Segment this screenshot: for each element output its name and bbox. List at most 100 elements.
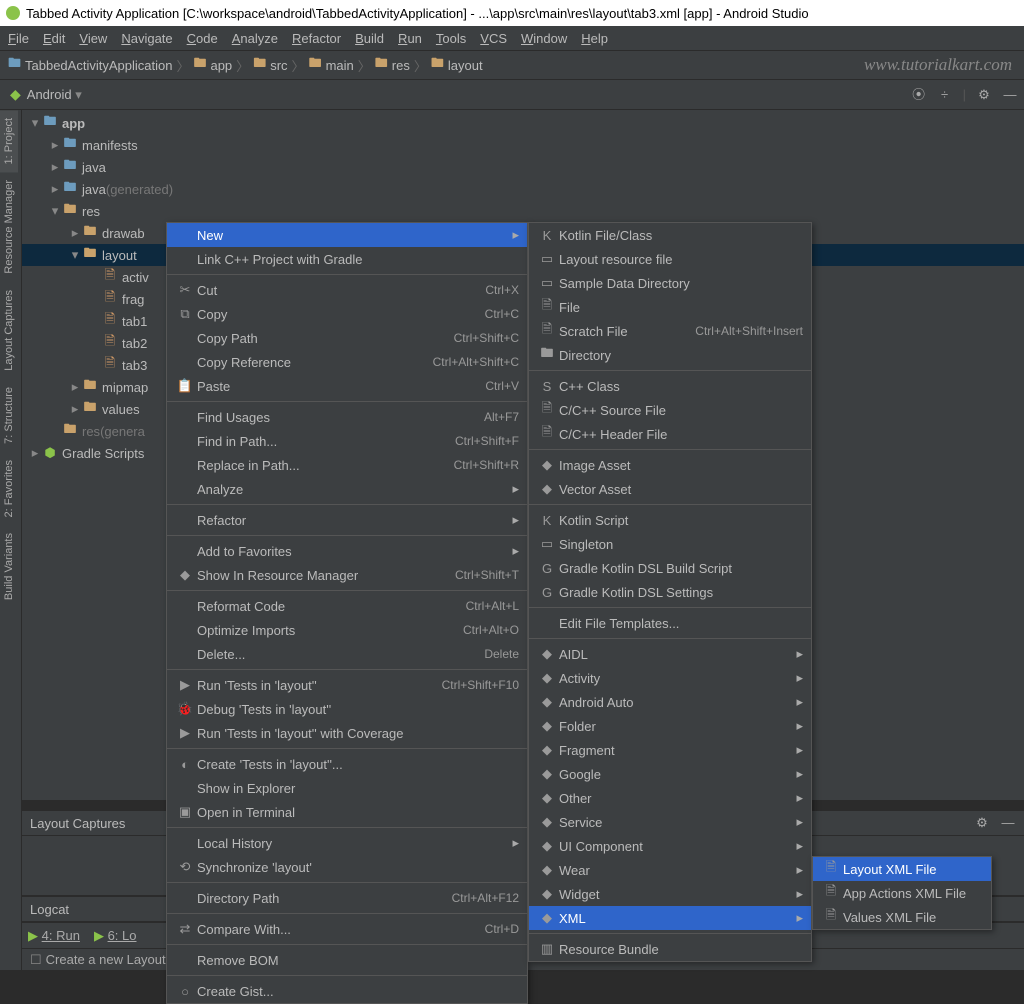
menu-item-wear[interactable]: ◆Wear▸ (529, 858, 811, 882)
breadcrumb-src[interactable]: 🖿src (253, 54, 287, 76)
menu-item-service[interactable]: ◆Service▸ (529, 810, 811, 834)
menu-window[interactable]: Window (521, 31, 567, 46)
menu-item-layout-xml-file[interactable]: 🗎Layout XML File (813, 857, 991, 881)
menu-item-compare-with-[interactable]: ⇄Compare With...Ctrl+D (167, 917, 527, 941)
breadcrumb-app[interactable]: 🖿app (193, 54, 232, 76)
menu-item-optimize-imports[interactable]: Optimize ImportsCtrl+Alt+O (167, 618, 527, 642)
menu-item-kotlin-script[interactable]: KKotlin Script (529, 508, 811, 532)
menu-item-run-tests-in-layout-with-coverage[interactable]: ▶Run 'Tests in 'layout'' with Coverage (167, 721, 527, 745)
menu-item-kotlin-file-class[interactable]: KKotlin File/Class (529, 223, 811, 247)
menu-item-delete-[interactable]: Delete...Delete (167, 642, 527, 666)
menu-item-show-in-resource-manager[interactable]: ◆Show In Resource ManagerCtrl+Shift+T (167, 563, 527, 587)
menu-item-remove-bom[interactable]: Remove BOM (167, 948, 527, 972)
menu-item-copy[interactable]: ⧉CopyCtrl+C (167, 302, 527, 326)
menu-item-widget[interactable]: ◆Widget▸ (529, 882, 811, 906)
menu-item-run-tests-in-layout-[interactable]: ▶Run 'Tests in 'layout''Ctrl+Shift+F10 (167, 673, 527, 697)
menu-item-link-c-project-with-gradle[interactable]: Link C++ Project with Gradle (167, 247, 527, 271)
menu-item-find-usages[interactable]: Find UsagesAlt+F7 (167, 405, 527, 429)
menu-item-c-c-source-file[interactable]: 🗎C/C++ Source File (529, 398, 811, 422)
menu-item-android-auto[interactable]: ◆Android Auto▸ (529, 690, 811, 714)
menu-item-copy-path[interactable]: Copy PathCtrl+Shift+C (167, 326, 527, 350)
menu-item-find-in-path-[interactable]: Find in Path...Ctrl+Shift+F (167, 429, 527, 453)
menu-item-xml[interactable]: ◆XML▸ (529, 906, 811, 930)
menu-tools[interactable]: Tools (436, 31, 466, 46)
side-tab-1-project[interactable]: 1: Project (0, 110, 18, 172)
menu-item-vector-asset[interactable]: ◆Vector Asset (529, 477, 811, 501)
tree-java[interactable]: 🖿java (22, 156, 1024, 178)
menu-item-open-in-terminal[interactable]: ▣Open in Terminal (167, 800, 527, 824)
menu-item-activity[interactable]: ◆Activity▸ (529, 666, 811, 690)
menu-item-c-c-header-file[interactable]: 🗎C/C++ Header File (529, 422, 811, 446)
menu-item-fragment[interactable]: ◆Fragment▸ (529, 738, 811, 762)
breadcrumb-res[interactable]: 🖿res (375, 54, 410, 76)
tree-res[interactable]: 🖿res (22, 200, 1024, 222)
menu-build[interactable]: Build (355, 31, 384, 46)
minimize-icon[interactable]: — (1002, 87, 1018, 103)
menu-item-copy-reference[interactable]: Copy ReferenceCtrl+Alt+Shift+C (167, 350, 527, 374)
menu-item-aidl[interactable]: ◆AIDL▸ (529, 642, 811, 666)
menu-item-refactor[interactable]: Refactor▸ (167, 508, 527, 532)
collapse-icon[interactable]: ÷ (937, 87, 953, 103)
menu-navigate[interactable]: Navigate (121, 31, 172, 46)
menu-item-app-actions-xml-file[interactable]: 🗎App Actions XML File (813, 881, 991, 905)
menu-item-debug-tests-in-layout-[interactable]: 🐞Debug 'Tests in 'layout'' (167, 697, 527, 721)
menu-item-file[interactable]: 🗎File (529, 295, 811, 319)
menu-vcs[interactable]: VCS (480, 31, 507, 46)
minimize-icon[interactable]: — (1000, 815, 1016, 831)
menu-item-scratch-file[interactable]: 🗎Scratch FileCtrl+Alt+Shift+Insert (529, 319, 811, 343)
menu-item-resource-bundle[interactable]: ▥Resource Bundle (529, 937, 811, 961)
menu-edit[interactable]: Edit (43, 31, 65, 46)
breadcrumb-main[interactable]: 🖿main (309, 54, 354, 76)
menu-item-gradle-kotlin-dsl-build-script[interactable]: GGradle Kotlin DSL Build Script (529, 556, 811, 580)
menu-item-values-xml-file[interactable]: 🗎Values XML File (813, 905, 991, 929)
bottom-tab-4-run[interactable]: ▶ 4: Run (28, 928, 80, 944)
menu-item-edit-file-templates-[interactable]: Edit File Templates... (529, 611, 811, 635)
menu-item-directory-path[interactable]: Directory PathCtrl+Alt+F12 (167, 886, 527, 910)
menu-analyze[interactable]: Analyze (232, 31, 278, 46)
menu-item-directory[interactable]: 🖿Directory (529, 343, 811, 367)
menu-item-folder[interactable]: ◆Folder▸ (529, 714, 811, 738)
menu-item-google[interactable]: ◆Google▸ (529, 762, 811, 786)
project-view-selector[interactable]: Android ▾ (27, 87, 82, 103)
menu-item-other[interactable]: ◆Other▸ (529, 786, 811, 810)
menu-item-add-to-favorites[interactable]: Add to Favorites▸ (167, 539, 527, 563)
menu-help[interactable]: Help (581, 31, 608, 46)
gear-icon[interactable]: ⚙ (976, 87, 992, 103)
menu-item-replace-in-path-[interactable]: Replace in Path...Ctrl+Shift+R (167, 453, 527, 477)
menu-item-reformat-code[interactable]: Reformat CodeCtrl+Alt+L (167, 594, 527, 618)
menu-view[interactable]: View (79, 31, 107, 46)
breadcrumb-layout[interactable]: 🖿layout (431, 54, 483, 76)
menu-item-create-tests-in-layout-[interactable]: ◐Create 'Tests in 'layout''... (167, 752, 527, 776)
menu-item-show-in-explorer[interactable]: Show in Explorer (167, 776, 527, 800)
menu-item-c-class[interactable]: SC++ Class (529, 374, 811, 398)
target-icon[interactable]: ⦿ (911, 87, 927, 103)
menu-code[interactable]: Code (187, 31, 218, 46)
menu-item-local-history[interactable]: Local History▸ (167, 831, 527, 855)
menu-item-sample-data-directory[interactable]: ▭Sample Data Directory (529, 271, 811, 295)
menu-item-create-gist-[interactable]: ○Create Gist... (167, 979, 527, 1003)
menu-item-synchronize-layout-[interactable]: ⟲Synchronize 'layout' (167, 855, 527, 879)
side-tab-7-structure[interactable]: 7: Structure (0, 379, 18, 452)
tree-app[interactable]: 🖿app (22, 112, 1024, 134)
menu-item-layout-resource-file[interactable]: ▭Layout resource file (529, 247, 811, 271)
menu-run[interactable]: Run (398, 31, 422, 46)
menu-item-image-asset[interactable]: ◆Image Asset (529, 453, 811, 477)
bottom-tab-6-lo[interactable]: ▶ 6: Lo (94, 928, 137, 944)
menu-item-singleton[interactable]: ▭Singleton (529, 532, 811, 556)
gear-icon[interactable]: ⚙ (974, 815, 990, 831)
tree-java-generated[interactable]: 🖿java (generated) (22, 178, 1024, 200)
menu-item-ui-component[interactable]: ◆UI Component▸ (529, 834, 811, 858)
menu-file[interactable]: File (8, 31, 29, 46)
menu-item-cut[interactable]: ✂CutCtrl+X (167, 278, 527, 302)
menu-refactor[interactable]: Refactor (292, 31, 341, 46)
menu-item-new[interactable]: New▸ (167, 223, 527, 247)
side-tab-layout-captures[interactable]: Layout Captures (0, 282, 18, 379)
side-tab-2-favorites[interactable]: 2: Favorites (0, 452, 18, 525)
menu-item-paste[interactable]: 📋PasteCtrl+V (167, 374, 527, 398)
menu-item-analyze[interactable]: Analyze▸ (167, 477, 527, 501)
side-tab-resource-manager[interactable]: Resource Manager (0, 172, 18, 282)
breadcrumb-tabbedactivityapplication[interactable]: 🖿TabbedActivityApplication (8, 54, 172, 76)
tree-manifests[interactable]: 🖿manifests (22, 134, 1024, 156)
menu-item-gradle-kotlin-dsl-settings[interactable]: GGradle Kotlin DSL Settings (529, 580, 811, 604)
side-tab-build-variants[interactable]: Build Variants (0, 525, 18, 608)
